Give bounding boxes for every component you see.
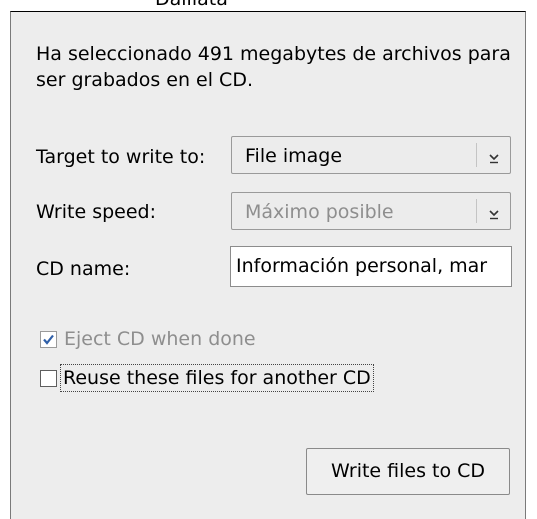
speed-value: Máximo posible <box>245 201 394 223</box>
target-label: Target to write to: <box>36 146 206 168</box>
cd-name-input[interactable]: Información personal, mar <box>230 246 512 287</box>
window-title-fragment: Dalilata <box>155 0 228 9</box>
chevron-down-icon[interactable] <box>488 206 500 220</box>
combo-separator <box>476 143 477 167</box>
reuse-checkbox-row[interactable]: Reuse these files for another CD <box>40 364 374 392</box>
eject-checkbox[interactable] <box>40 330 57 348</box>
checkmark-icon <box>43 334 54 345</box>
write-cd-dialog: Ha seleccionado 491 megabytes de archivo… <box>10 11 526 519</box>
cd-name-label: CD name: <box>36 258 131 280</box>
chevron-down-icon[interactable] <box>488 150 500 164</box>
write-files-button[interactable]: Write files to CD <box>306 448 510 495</box>
target-value: File image <box>245 145 343 167</box>
screen: Dalilata Ha seleccionado 491 megabytes d… <box>0 0 537 519</box>
eject-checkbox-row[interactable]: Eject CD when done <box>40 326 256 352</box>
target-combo[interactable]: File image <box>231 136 511 174</box>
eject-label: Eject CD when done <box>64 328 256 350</box>
speed-label: Write speed: <box>36 201 157 223</box>
combo-separator <box>476 199 477 223</box>
intro-message: Ha seleccionado 491 megabytes de archivo… <box>36 43 511 91</box>
speed-combo[interactable]: Máximo posible <box>231 192 511 230</box>
reuse-checkbox[interactable] <box>40 369 57 387</box>
reuse-label: Reuse these files for another CD <box>60 364 374 392</box>
